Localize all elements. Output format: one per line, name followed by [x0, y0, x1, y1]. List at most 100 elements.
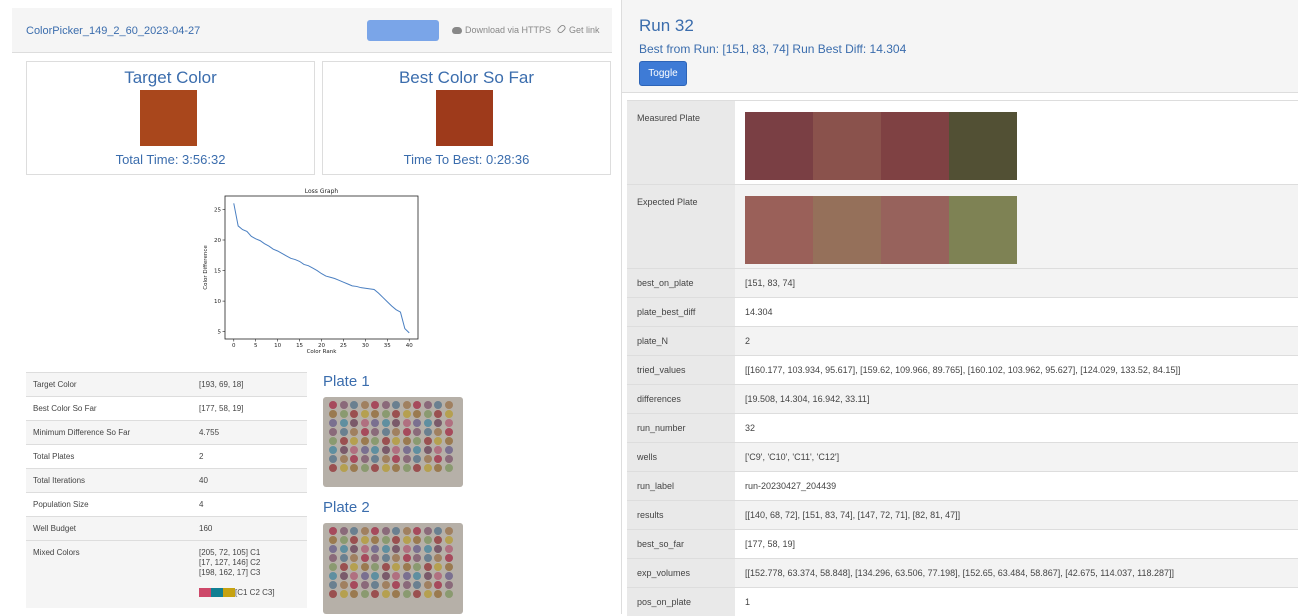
plate-well [445, 563, 453, 571]
expected-plate-row: Expected Plate [627, 185, 1298, 269]
plate-well [413, 410, 421, 418]
toggle-button[interactable]: Toggle [639, 61, 687, 86]
run-row-value: [[160.177, 103.934, 95.617], [159.62, 10… [735, 356, 1298, 385]
plate-well [413, 437, 421, 445]
stats-row: Total Iterations40 [26, 469, 307, 493]
run-row-value: 2 [735, 327, 1298, 356]
plate-well [413, 590, 421, 598]
stats-value: 40 [192, 469, 307, 493]
plate-well-swatch [813, 112, 881, 180]
experiment-panel: ColorPicker_149_2_60_2023-04-27 Download… [0, 0, 621, 614]
target-color-heading: Target Color [27, 68, 314, 88]
plate-well [371, 401, 379, 409]
plate-well [445, 428, 453, 436]
run-row-value: 14.304 [735, 298, 1298, 327]
stats-value: 4 [192, 493, 307, 517]
get-link-label: Get link [569, 25, 600, 35]
plate-well-swatch [949, 112, 1017, 180]
measured-plate-row: Measured Plate [627, 101, 1298, 185]
plate-well [382, 428, 390, 436]
stats-value: 2 [192, 445, 307, 469]
plate-well [329, 554, 337, 562]
plate-well [434, 410, 442, 418]
plate-well [371, 536, 379, 544]
plate-well [361, 572, 369, 580]
plate-well [434, 572, 442, 580]
plate-well [350, 572, 358, 580]
plate-well-swatch [881, 112, 949, 180]
plate-well [350, 464, 358, 472]
stats-key: Population Size [26, 493, 192, 517]
plate-well [403, 554, 411, 562]
run-row-key: differences [627, 385, 735, 414]
plate-well [434, 536, 442, 544]
mix-line: [17, 127, 146] C2 [199, 558, 300, 568]
run-row-value: [[152.778, 63.374, 58.848], [134.296, 63… [735, 559, 1298, 588]
total-time: Total Time: 3:56:32 [27, 152, 314, 167]
plate-well [350, 527, 358, 535]
download-link[interactable]: Download via HTTPS [452, 25, 551, 35]
y-tick-label: 10 [214, 299, 221, 305]
run-row-key: run_label [627, 472, 735, 501]
plate-well [382, 554, 390, 562]
run-row-key: best_so_far [627, 530, 735, 559]
plate-well [361, 554, 369, 562]
stats-key: Total Iterations [26, 469, 192, 493]
plate-well [392, 554, 400, 562]
plate-well [329, 437, 337, 445]
plate-well [392, 590, 400, 598]
plate-well [403, 437, 411, 445]
plate-well [434, 401, 442, 409]
plate-well [424, 446, 432, 454]
plate-well [403, 527, 411, 535]
plate-well [329, 572, 337, 580]
plate-well [382, 419, 390, 427]
y-axis-label: Color Difference [203, 245, 209, 290]
x-tick-label: 25 [340, 343, 347, 349]
target-color-swatch [140, 90, 197, 146]
plate-well [434, 428, 442, 436]
plate-well [424, 527, 432, 535]
plate-well [371, 410, 379, 418]
mix-legend-label: [C1 C2 C3] [235, 588, 275, 597]
run-row-tried-values: tried_values[[160.177, 103.934, 95.617],… [627, 356, 1298, 385]
experiment-title[interactable]: ColorPicker_149_2_60_2023-04-27 [26, 25, 200, 37]
plate-2-photo [323, 523, 463, 614]
stats-value: [193, 69, 18] [192, 373, 307, 397]
plate-well [403, 446, 411, 454]
plate-well [403, 464, 411, 472]
plate-1-title: Plate 1 [323, 373, 370, 390]
plate-well [445, 581, 453, 589]
plate-well [434, 527, 442, 535]
plate-well [403, 545, 411, 553]
plate-well [392, 455, 400, 463]
plate-well [445, 545, 453, 553]
get-link[interactable]: Get link [557, 25, 600, 35]
plate-well [350, 545, 358, 553]
plate-well [329, 581, 337, 589]
x-axis-label: Color Rank [307, 349, 338, 355]
plate-well [445, 455, 453, 463]
plate-well [445, 527, 453, 535]
plate-well [382, 410, 390, 418]
best-color-heading: Best Color So Far [323, 68, 610, 88]
chart-plot-frame [225, 196, 418, 339]
plate-well [329, 563, 337, 571]
run-row-key: plate_best_diff [627, 298, 735, 327]
plate-well [371, 419, 379, 427]
plate-well [413, 401, 421, 409]
expected-plate-strip [745, 196, 1289, 264]
mixed-colors-label: Mixed Colors [26, 541, 192, 609]
x-tick-label: 5 [254, 343, 258, 349]
plate-well-swatch [949, 196, 1017, 264]
action-button[interactable] [367, 20, 439, 41]
plate-well [445, 446, 453, 454]
plate-2-title: Plate 2 [323, 499, 370, 516]
plate-well [413, 536, 421, 544]
plate-well [403, 590, 411, 598]
stats-key: Best Color So Far [26, 397, 192, 421]
plate-well [361, 545, 369, 553]
plate-well [340, 536, 348, 544]
plate-well [434, 563, 442, 571]
plate-well [434, 464, 442, 472]
